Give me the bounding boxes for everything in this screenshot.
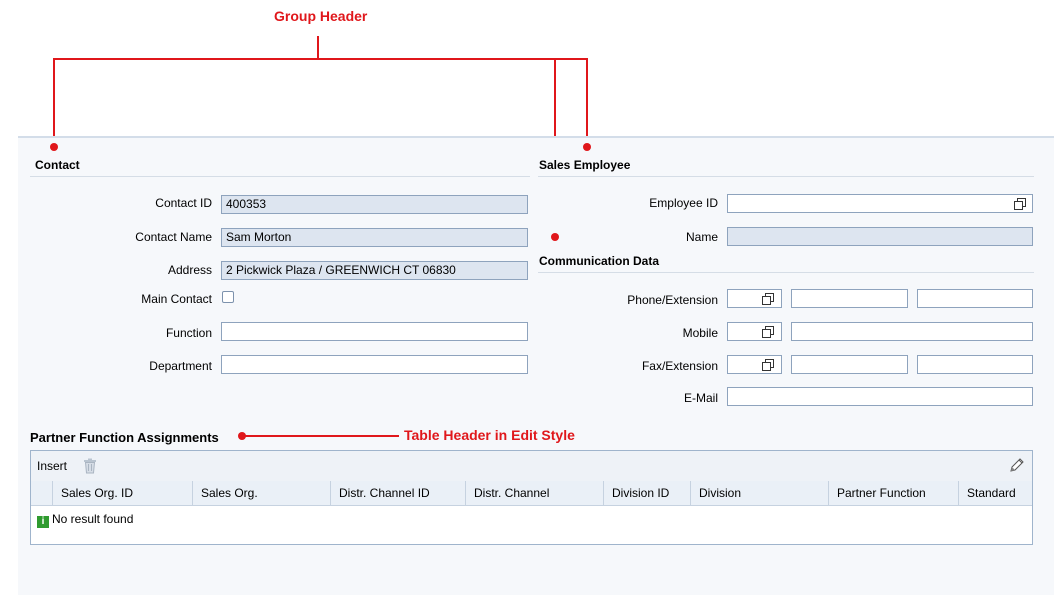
- annotation-dot: [50, 143, 58, 151]
- column-header[interactable]: Distr. Channel: [466, 481, 604, 505]
- sales-employee-group-title: Sales Employee: [539, 158, 631, 172]
- fax-number-field[interactable]: [791, 355, 908, 374]
- annotation-line: [586, 58, 588, 146]
- phone-number-field[interactable]: [791, 289, 908, 308]
- fax-extension-field[interactable]: [917, 355, 1033, 374]
- contact-id-field[interactable]: 400353: [221, 195, 528, 214]
- annotation-line: [242, 435, 399, 437]
- row-selector-header[interactable]: [31, 481, 53, 505]
- employee-id-label: Employee ID: [649, 196, 718, 210]
- empty-message: i No result found: [37, 512, 133, 528]
- trash-icon[interactable]: [83, 458, 97, 474]
- partner-function-table: Insert Sales Org. ID Sales Org. Distr. C…: [30, 450, 1033, 545]
- mobile-number-field[interactable]: [791, 322, 1033, 341]
- column-header[interactable]: Division: [691, 481, 829, 505]
- info-icon: i: [37, 516, 49, 528]
- column-header[interactable]: Division ID: [604, 481, 691, 505]
- column-header[interactable]: Distr. Channel ID: [331, 481, 466, 505]
- phone-extension-field[interactable]: [917, 289, 1033, 308]
- column-header[interactable]: Sales Org. ID: [53, 481, 193, 505]
- contact-group-title: Contact: [35, 158, 80, 172]
- copy-icon[interactable]: [762, 326, 774, 338]
- pencil-icon[interactable]: [1009, 457, 1025, 473]
- communication-group-divider: [538, 272, 1034, 273]
- main-contact-checkbox[interactable]: [222, 291, 234, 303]
- communication-group-title: Communication Data: [539, 254, 660, 268]
- table-header-annotation: Table Header in Edit Style: [404, 427, 575, 443]
- table-toolbar: Insert: [31, 451, 1032, 482]
- column-header[interactable]: Standard: [959, 481, 1032, 505]
- group-header-annotation: Group Header: [274, 8, 368, 24]
- name-label: Name: [685, 230, 718, 244]
- function-field[interactable]: [221, 322, 528, 341]
- annotation-dot: [551, 233, 559, 241]
- main-contact-label: Main Contact: [141, 292, 212, 306]
- email-label: E-Mail: [683, 391, 718, 405]
- mobile-label: Mobile: [682, 326, 718, 340]
- fax-label: Fax/Extension: [641, 359, 718, 373]
- name-field[interactable]: [727, 227, 1033, 246]
- sales-employee-group-divider: [538, 176, 1034, 177]
- annotation-line: [317, 36, 319, 58]
- column-header[interactable]: Partner Function: [829, 481, 959, 505]
- employee-id-field[interactable]: [727, 194, 1033, 213]
- empty-message-text: No result found: [52, 512, 134, 526]
- address-label: Address: [167, 263, 212, 277]
- contact-id-label: Contact ID: [155, 196, 212, 210]
- annotation-line: [53, 58, 55, 146]
- phone-label: Phone/Extension: [627, 293, 718, 307]
- contact-group-divider: [30, 176, 530, 177]
- department-field[interactable]: [221, 355, 528, 374]
- function-label: Function: [165, 326, 212, 340]
- contact-name-field[interactable]: Sam Morton: [221, 228, 528, 247]
- table-header-row: Sales Org. ID Sales Org. Distr. Channel …: [31, 481, 1032, 506]
- department-label: Department: [149, 359, 212, 373]
- partner-table-title: Partner Function Assignments: [30, 430, 219, 445]
- insert-button[interactable]: Insert: [37, 459, 67, 473]
- copy-icon[interactable]: [1014, 198, 1026, 210]
- contact-name-label: Contact Name: [135, 230, 212, 244]
- annotation-line: [53, 58, 588, 60]
- email-field[interactable]: [727, 387, 1033, 406]
- copy-icon[interactable]: [762, 293, 774, 305]
- address-field[interactable]: 2 Pickwick Plaza / GREENWICH CT 06830: [221, 261, 528, 280]
- annotation-dot: [583, 143, 591, 151]
- column-header[interactable]: Sales Org.: [193, 481, 331, 505]
- copy-icon[interactable]: [762, 359, 774, 371]
